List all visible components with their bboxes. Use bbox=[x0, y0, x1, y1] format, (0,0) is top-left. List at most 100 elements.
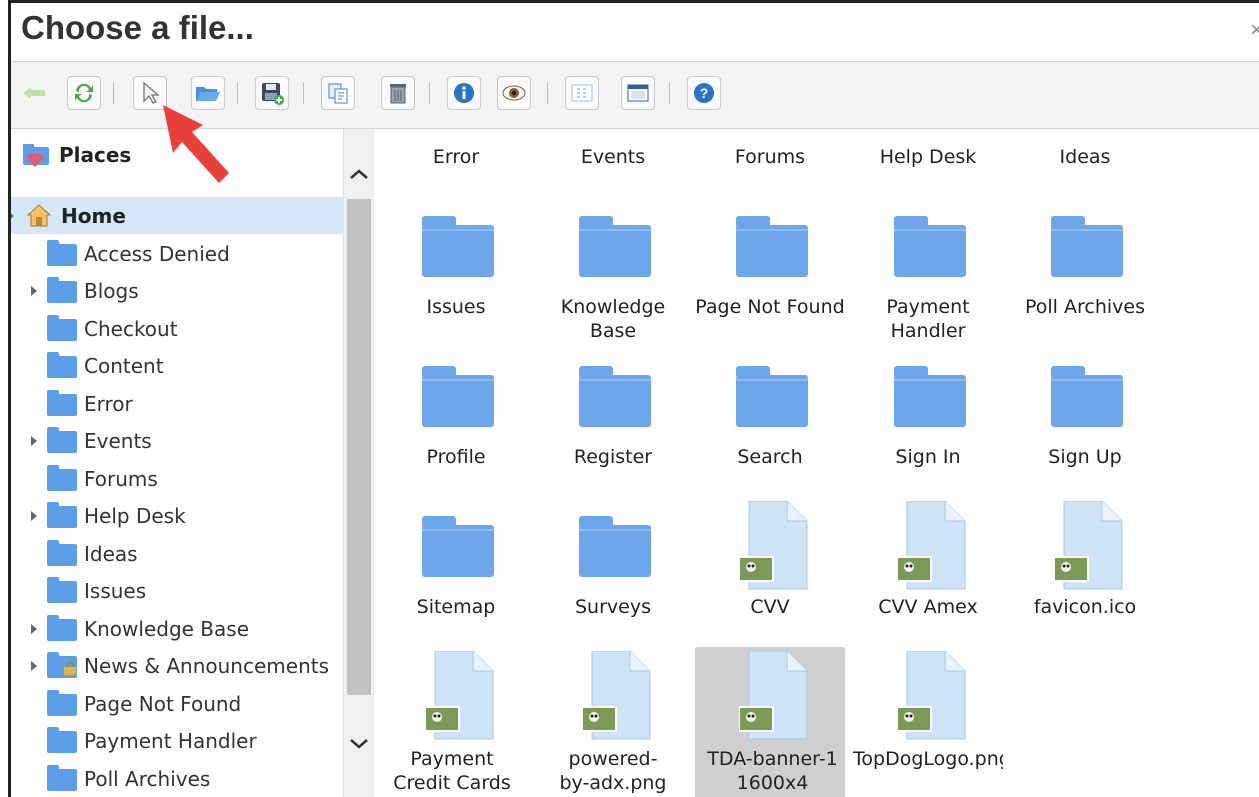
expand-arrow-icon[interactable] bbox=[31, 624, 37, 634]
item-label: Sign In bbox=[895, 446, 961, 468]
help-icon[interactable]: ? bbox=[687, 76, 721, 110]
sidebar-item-ideas[interactable]: Ideas bbox=[11, 535, 343, 572]
svg-text:?: ? bbox=[700, 85, 709, 101]
sidebar-item-payment-handler[interactable]: Payment Handler bbox=[11, 722, 343, 759]
image-file-icon bbox=[582, 651, 651, 740]
folder-icon bbox=[47, 577, 77, 603]
sidebar-item-forums[interactable]: Forums bbox=[11, 460, 343, 497]
sidebar-item-knowledge-base[interactable]: Knowledge Base bbox=[11, 610, 343, 647]
places-label: Places bbox=[59, 143, 132, 167]
item-label: Events bbox=[580, 146, 646, 168]
grid-item-ideas[interactable]: Ideas bbox=[1010, 145, 1160, 169]
back-arrow-icon[interactable] bbox=[17, 76, 51, 110]
sidebar-item-label: Help Desk bbox=[84, 503, 186, 528]
folder-icon bbox=[47, 690, 77, 716]
grid-item-payment-credit-cards[interactable]: Payment Credit Cards Ac...ted bbox=[381, 651, 531, 797]
grid-item-page-not-found[interactable]: Page Not Found bbox=[695, 216, 845, 341]
sidebar-scrollbar[interactable] bbox=[343, 129, 374, 797]
close-icon[interactable]: × bbox=[1250, 17, 1259, 43]
refresh-icon[interactable] bbox=[67, 76, 101, 110]
sidebar-item-issues[interactable]: Issues bbox=[11, 572, 343, 609]
toolbar-separator bbox=[303, 82, 304, 104]
sidebar-item-checkout[interactable]: Checkout bbox=[11, 310, 343, 347]
sidebar-item-blogs[interactable]: Blogs bbox=[11, 272, 343, 309]
sidebar-item-events[interactable]: Events bbox=[11, 422, 343, 459]
sidebar-item-error[interactable]: Error bbox=[11, 385, 343, 422]
expand-arrow-icon[interactable] bbox=[31, 436, 37, 446]
image-file-icon bbox=[425, 651, 494, 740]
folder-icon bbox=[47, 352, 77, 378]
sidebar-item-label: Page Not Found bbox=[84, 691, 242, 716]
grid-item-knowledge-base[interactable]: Knowledge Base bbox=[538, 216, 688, 342]
grid-item-issues[interactable]: Issues bbox=[381, 216, 531, 341]
sidebar-item-access-denied[interactable]: Access Denied bbox=[11, 235, 343, 272]
grid-item-forums[interactable]: Forums bbox=[695, 145, 845, 169]
toolbar-separator bbox=[547, 82, 548, 104]
grid-view-icon[interactable] bbox=[565, 76, 599, 110]
sidebar-item-help-desk[interactable]: Help Desk bbox=[11, 497, 343, 534]
grid-item-payment-handler[interactable]: Payment Handler bbox=[853, 216, 1003, 342]
grid-item-error[interactable]: Error bbox=[381, 145, 531, 169]
grid-item-search[interactable]: Search bbox=[695, 366, 845, 477]
item-label: CVV Amex bbox=[878, 596, 978, 618]
sidebar-item-content[interactable]: Content bbox=[11, 347, 343, 384]
expand-arrow-icon[interactable] bbox=[31, 286, 37, 296]
folder-icon bbox=[47, 427, 77, 453]
home-icon bbox=[26, 204, 52, 227]
grid-item-powered-by-adx[interactable]: powered-by-adx.png bbox=[538, 651, 688, 797]
image-file-icon bbox=[1054, 501, 1123, 590]
copy-icon[interactable] bbox=[321, 76, 355, 110]
folder-icon bbox=[579, 366, 651, 427]
folder-icon bbox=[1051, 216, 1123, 277]
sidebar-item-label: Checkout bbox=[84, 316, 178, 341]
expand-arrow-icon[interactable] bbox=[31, 511, 37, 521]
scroll-down-icon[interactable] bbox=[344, 729, 374, 759]
sidebar-item-news-announcements[interactable]: News & Announcements bbox=[11, 647, 343, 684]
image-file-icon bbox=[897, 501, 966, 590]
info-icon[interactable] bbox=[447, 76, 481, 110]
title-bar: Choose a file... × bbox=[11, 3, 1259, 57]
scroll-up-icon[interactable] bbox=[344, 159, 374, 189]
sidebar-item-home[interactable]: Home bbox=[11, 197, 343, 234]
item-label: Register bbox=[573, 446, 653, 468]
details-view-icon[interactable] bbox=[621, 76, 655, 110]
expand-arrow-icon[interactable] bbox=[31, 661, 37, 671]
places-header: Places bbox=[21, 141, 131, 169]
save-icon[interactable] bbox=[255, 76, 289, 110]
folder-icon bbox=[422, 516, 494, 577]
folder-icon bbox=[47, 465, 77, 491]
sidebar-item-page-not-found[interactable]: Page Not Found bbox=[11, 685, 343, 722]
folder-icon bbox=[47, 390, 77, 416]
sidebar-item-poll-archives[interactable]: Poll Archives bbox=[11, 760, 343, 797]
folder-icon bbox=[894, 366, 966, 427]
grid-item-help-desk[interactable]: Help Desk bbox=[853, 145, 1003, 169]
grid-item-sign-up[interactable]: Sign Up bbox=[1010, 366, 1160, 477]
expand-arrow-icon[interactable] bbox=[11, 211, 14, 221]
places-sidebar: Places Home Access Denied Blogs Checkout… bbox=[11, 129, 343, 797]
grid-item-profile[interactable]: Profile bbox=[381, 366, 531, 477]
dialog-title: Choose a file... bbox=[21, 9, 254, 46]
grid-item-poll-archives[interactable]: Poll Archives bbox=[1010, 216, 1160, 341]
item-label: TopDogLogo.png bbox=[853, 748, 1003, 770]
grid-item-sign-in[interactable]: Sign In bbox=[853, 366, 1003, 477]
folder-icon bbox=[579, 216, 651, 277]
image-file-icon bbox=[739, 651, 808, 740]
scroll-thumb[interactable] bbox=[347, 199, 371, 695]
grid-item-register[interactable]: Register bbox=[538, 366, 688, 477]
grid-item-cvv[interactable]: CVV bbox=[695, 501, 845, 627]
grid-item-events[interactable]: Events bbox=[538, 145, 688, 169]
toolbar-separator bbox=[237, 82, 238, 104]
grid-item-tda-banner[interactable]: TDA-banner-1 1600x4 bbox=[695, 647, 845, 797]
preview-eye-icon[interactable] bbox=[497, 76, 531, 110]
folder-icon bbox=[47, 240, 77, 266]
grid-item-favicon[interactable]: favicon.ico bbox=[1010, 501, 1160, 627]
grid-item-surveys[interactable]: Surveys bbox=[538, 516, 688, 627]
item-label: Payment Credit Cards Ac...ted bbox=[393, 748, 511, 797]
grid-item-topdoglogo[interactable]: TopDogLogo.png bbox=[853, 651, 1003, 797]
grid-item-cvv-amex[interactable]: CVV Amex bbox=[853, 501, 1003, 627]
annotation-arrow-icon bbox=[163, 105, 229, 183]
sidebar-item-label: Content bbox=[84, 353, 164, 378]
folder-icon bbox=[47, 277, 77, 303]
delete-icon[interactable] bbox=[381, 76, 415, 110]
grid-item-sitemap[interactable]: Sitemap bbox=[381, 516, 531, 627]
